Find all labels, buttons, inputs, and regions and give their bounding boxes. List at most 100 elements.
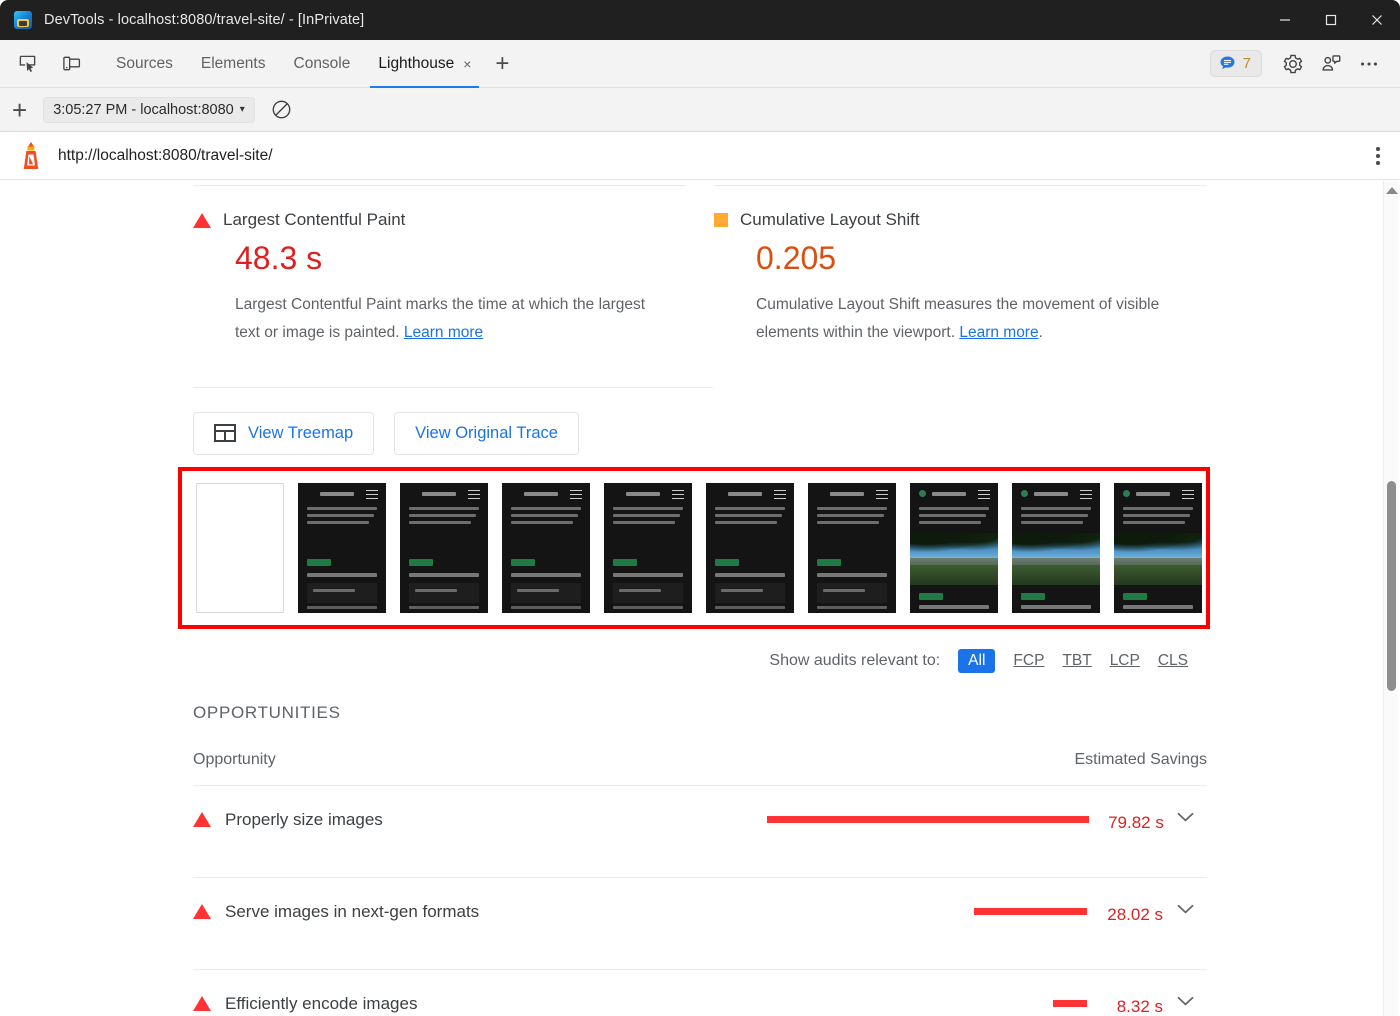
filter-chip-tbt[interactable]: TBT: [1062, 652, 1091, 670]
more-options-icon[interactable]: [1350, 48, 1388, 80]
window-title: DevTools - localhost:8080/travel-site/ -…: [44, 12, 364, 28]
maximize-button[interactable]: [1308, 0, 1354, 40]
report-url: http://localhost:8080/travel-site/: [58, 147, 273, 165]
new-report-button[interactable]: +: [12, 97, 27, 123]
filmstrip-frame[interactable]: [808, 483, 896, 613]
metric-value: 0.205: [756, 240, 1207, 277]
minimize-button[interactable]: [1262, 0, 1308, 40]
metric-description: Cumulative Layout Shift measures the mov…: [756, 291, 1186, 347]
fail-triangle-icon: [193, 213, 211, 228]
savings-value: 79.82 s: [1103, 808, 1164, 838]
tab-label: Sources: [116, 55, 173, 73]
devtools-tab-strip: Sources Elements Console Lighthouse × +: [102, 40, 509, 88]
chevron-down-icon: ▾: [240, 104, 245, 115]
report-action-buttons: View Treemap View Original Trace: [193, 387, 713, 455]
opportunity-name: Efficiently encode images: [225, 994, 417, 1014]
metric-value: 48.3 s: [235, 240, 686, 277]
feedback-person-icon[interactable]: [1312, 48, 1350, 80]
filmstrip-highlight-box: [178, 467, 1210, 629]
run-selector-dropdown[interactable]: 3:05:27 PM - localhost:8080 ▾: [43, 97, 255, 123]
table-row[interactable]: Properly size images 79.82 s: [193, 786, 1207, 878]
filmstrip-frame[interactable]: [400, 483, 488, 613]
fail-triangle-icon: [193, 812, 211, 827]
vertical-scrollbar[interactable]: [1383, 181, 1398, 1016]
opportunity-name: Serve images in next-gen formats: [225, 902, 479, 922]
report-scroll-area[interactable]: Largest Contentful Paint 48.3 s Largest …: [0, 181, 1400, 1016]
opportunity-name: Properly size images: [225, 810, 383, 830]
metrics-grid: Largest Contentful Paint 48.3 s Largest …: [193, 181, 1207, 347]
close-button[interactable]: [1354, 0, 1400, 40]
tab-elements[interactable]: Elements: [187, 40, 280, 88]
kebab-menu-icon[interactable]: [1370, 141, 1386, 171]
message-count: 7: [1243, 55, 1251, 72]
filter-chip-lcp[interactable]: LCP: [1110, 652, 1140, 670]
chevron-down-icon[interactable]: [1163, 992, 1207, 1007]
tab-label: Elements: [201, 55, 266, 73]
learn-more-link[interactable]: Learn more: [404, 324, 483, 341]
view-treemap-button[interactable]: View Treemap: [193, 412, 374, 455]
lighthouse-report: http://localhost:8080/travel-site/ Large…: [0, 132, 1400, 1016]
filter-chip-cls[interactable]: CLS: [1158, 652, 1188, 670]
fail-triangle-icon: [193, 996, 211, 1011]
table-row[interactable]: Serve images in next-gen formats 28.02 s: [193, 878, 1207, 970]
average-square-icon: [714, 213, 728, 227]
opportunities-table: Opportunity Estimated Savings Properly s…: [193, 723, 1207, 1016]
filter-chip-fcp[interactable]: FCP: [1013, 652, 1044, 670]
savings-value: 28.02 s: [1101, 900, 1163, 930]
view-original-trace-label: View Original Trace: [415, 424, 558, 443]
audit-filter-row: Show audits relevant to: All FCP TBT LCP…: [0, 649, 1188, 673]
lighthouse-icon: [18, 141, 44, 171]
savings-bar-track: [767, 900, 1101, 924]
metric-title: Cumulative Layout Shift: [740, 210, 920, 230]
filmstrip-frame[interactable]: [196, 483, 284, 613]
metric-largest-contentful-paint: Largest Contentful Paint 48.3 s Largest …: [193, 185, 686, 347]
metric-title: Largest Contentful Paint: [223, 210, 405, 230]
metric-description-text: Cumulative Layout Shift measures the mov…: [756, 296, 1159, 341]
window-title-bar: DevTools - localhost:8080/travel-site/ -…: [0, 0, 1400, 40]
scrollbar-thumb[interactable]: [1387, 481, 1396, 691]
savings-bar-track: [767, 808, 1103, 832]
treemap-icon: [214, 424, 236, 442]
report-header: http://localhost:8080/travel-site/: [0, 132, 1400, 180]
savings-bar: [974, 908, 1087, 915]
column-header-opportunity: Opportunity: [193, 751, 276, 769]
run-selector-value: 3:05:27 PM - localhost:8080: [53, 102, 234, 118]
chevron-down-icon[interactable]: [1163, 900, 1207, 915]
opportunities-table-header: Opportunity Estimated Savings: [193, 723, 1207, 786]
filmstrip-frame[interactable]: [298, 483, 386, 613]
close-icon[interactable]: ×: [463, 57, 471, 71]
filmstrip-frame[interactable]: [1012, 483, 1100, 613]
column-header-estimated-savings: Estimated Savings: [1074, 751, 1207, 769]
inspect-element-icon[interactable]: [10, 49, 44, 79]
message-bubble-icon: [1219, 55, 1236, 72]
edge-devtools-icon: [14, 11, 32, 29]
filter-chip-all[interactable]: All: [958, 649, 995, 673]
filmstrip-frame[interactable]: [604, 483, 692, 613]
add-panel-icon[interactable]: +: [495, 50, 509, 78]
tab-label: Console: [294, 55, 351, 73]
savings-value: 8.32 s: [1101, 992, 1163, 1016]
tab-console[interactable]: Console: [280, 40, 365, 88]
tab-lighthouse[interactable]: Lighthouse ×: [364, 40, 485, 88]
tab-sources[interactable]: Sources: [102, 40, 187, 88]
gear-icon[interactable]: [1274, 48, 1312, 80]
savings-bar: [1053, 1000, 1087, 1007]
table-row[interactable]: Efficiently encode images 8.32 s: [193, 970, 1207, 1016]
metric-desc-tail: .: [1039, 324, 1043, 341]
view-original-trace-button[interactable]: View Original Trace: [394, 412, 579, 455]
device-toolbar-icon[interactable]: [54, 49, 88, 79]
fail-triangle-icon: [193, 904, 211, 919]
devtools-toolbar: Sources Elements Console Lighthouse × + …: [0, 40, 1400, 88]
filmstrip-frame[interactable]: [706, 483, 794, 613]
message-badge[interactable]: 7: [1210, 50, 1262, 77]
filmstrip-frame[interactable]: [1114, 483, 1202, 613]
learn-more-link[interactable]: Learn more: [959, 324, 1038, 341]
filmstrip-frame[interactable]: [910, 483, 998, 613]
filmstrip-frame[interactable]: [502, 483, 590, 613]
devtools-toolbar-right: 7: [1210, 48, 1400, 80]
savings-bar: [767, 816, 1089, 823]
scroll-up-arrow-icon[interactable]: [1386, 187, 1398, 194]
opportunities-section-title: OPPORTUNITIES: [193, 703, 1400, 723]
clear-all-icon[interactable]: [271, 99, 292, 120]
chevron-down-icon[interactable]: [1164, 808, 1207, 823]
